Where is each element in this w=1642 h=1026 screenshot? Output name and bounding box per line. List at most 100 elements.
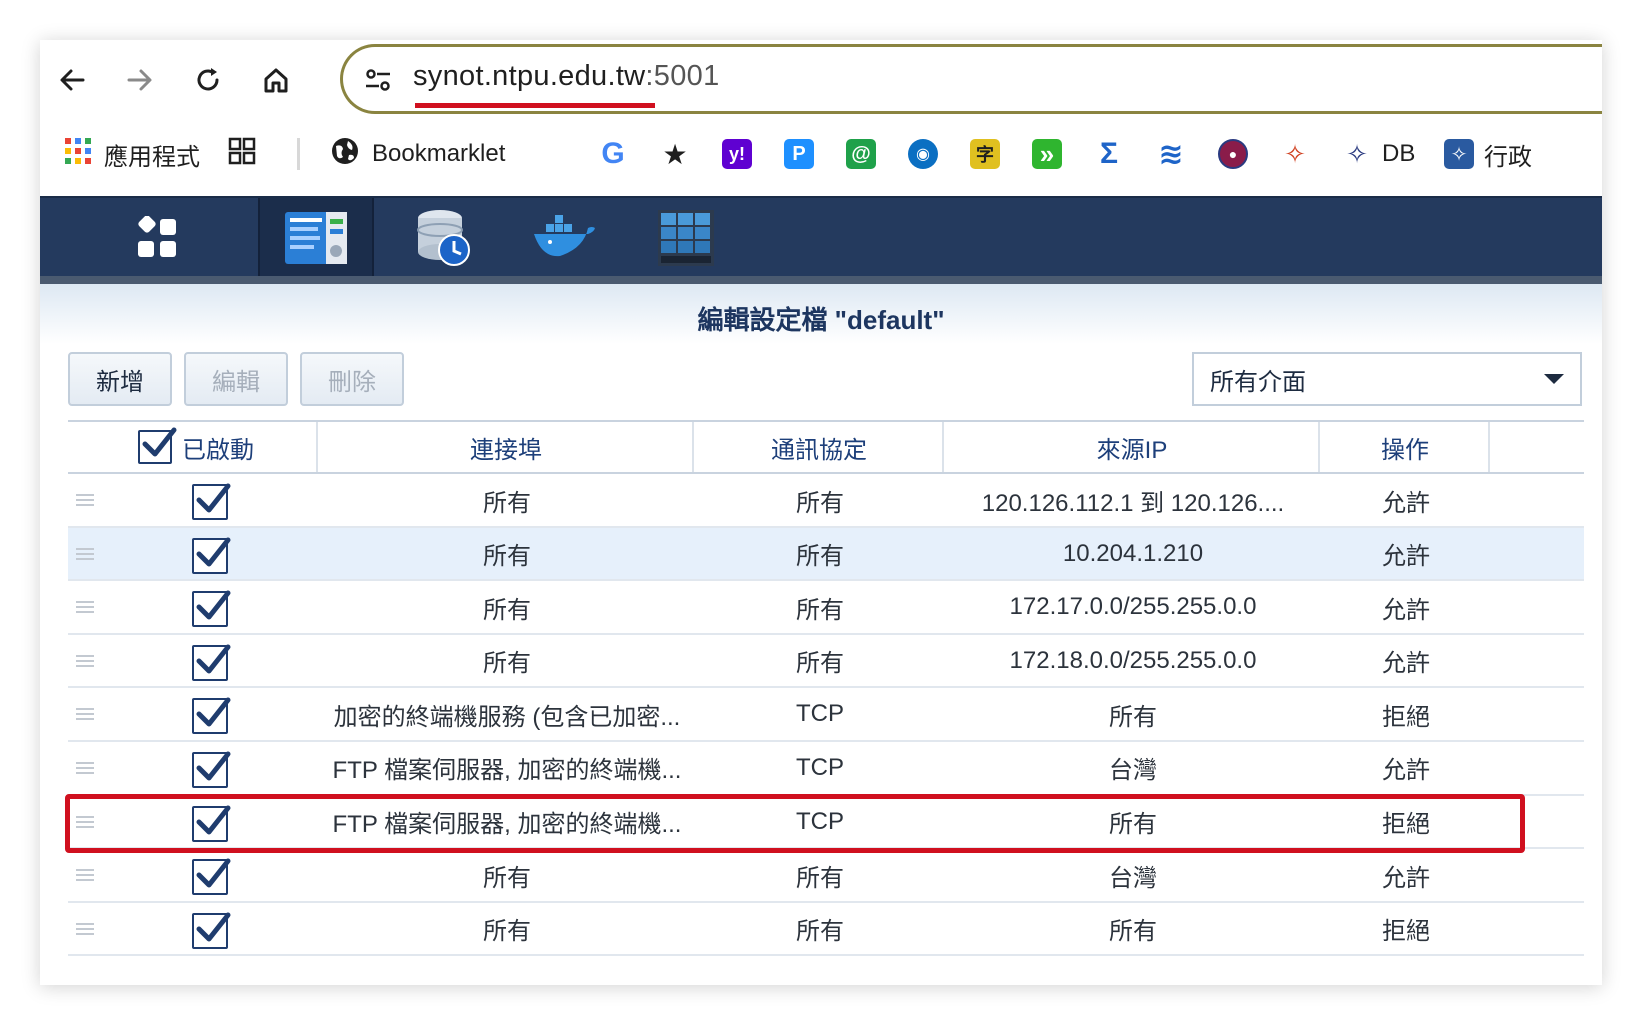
sigma-icon: Σ <box>1099 137 1118 170</box>
bookmark-tab-groups[interactable] <box>228 134 256 174</box>
bookmark-ntpu-db[interactable]: ✧ DB <box>1342 134 1415 174</box>
table-row[interactable]: 所有 所有 172.17.0.0/255.255.0.0 允許 <box>68 581 1584 635</box>
cell-action: 允許 <box>1382 650 1430 678</box>
table-row[interactable]: FTP 檔案伺服器, 加密的終端機... TCP 所有 拒絕 <box>68 795 1584 850</box>
star-icon: ★ <box>662 138 688 170</box>
bookmark-ntpu-admin[interactable]: ✧ 行政 <box>1444 134 1532 174</box>
bookmark-google[interactable]: G <box>598 134 638 174</box>
table-body: 所有 所有 120.126.112.1 到 120.126.... 允許 所有 所有 10.… <box>68 474 1584 957</box>
storage-manager-taskbar-icon[interactable] <box>628 198 744 278</box>
enabled-checkbox[interactable] <box>192 697 231 735</box>
check-icon <box>196 912 231 942</box>
backup-icon <box>417 210 470 266</box>
interface-select[interactable]: 所有介面 <box>1192 352 1582 406</box>
cell-source-ip: 10.204.1.210 <box>1062 539 1204 567</box>
cell-source-ip: 所有 <box>1109 811 1157 839</box>
drag-handle-icon[interactable] <box>76 869 94 882</box>
enabled-checkbox[interactable] <box>192 537 231 574</box>
firewall-rules-table: 已啟動 連接埠 通訊協定 來源IP 操作 所有 所有 120.126.112.1 到… <box>68 420 1584 957</box>
ntpu-admin-icon: ✧ <box>1444 139 1474 169</box>
hyper-backup-taskbar-icon[interactable] <box>386 198 502 278</box>
edit-profile-window: 編輯設定檔 "default" 新增 編輯 刪除 所有介面 已啟動 連接埠 通訊… <box>40 284 1602 985</box>
bookmark-label: DB <box>1382 140 1416 167</box>
enabled-checkbox[interactable] <box>192 644 231 681</box>
bookmark-dictionary[interactable]: 字 <box>970 134 1010 174</box>
forward-icon[interactable] <box>118 58 162 102</box>
cell-port: 所有 <box>483 596 531 624</box>
enabled-checkbox[interactable] <box>192 590 231 628</box>
cell-port: 加密的終端機服務 (包含已加密... <box>333 703 681 731</box>
bookmark-green[interactable]: @ <box>846 134 886 174</box>
table-row[interactable]: 所有 所有 所有 拒絕 <box>68 902 1584 957</box>
table-row[interactable]: FTP 檔案伺服器, 加密的終端機... TCP 台灣 允許 <box>68 741 1584 796</box>
bookmark-bookmarklet[interactable]: Bookmarklet <box>330 134 505 174</box>
yahoo-icon: y! <box>722 139 752 169</box>
enabled-checkbox[interactable] <box>192 751 231 788</box>
bookmark-seal[interactable]: ● <box>1218 134 1258 174</box>
apps-grid-icon <box>64 137 92 172</box>
header-enabled-label: 已啟動 <box>182 436 254 464</box>
delete-button[interactable]: 刪除 <box>300 352 404 406</box>
bookmark-sigma[interactable]: Σ <box>1094 134 1134 174</box>
header-enabled[interactable]: 已啟動 <box>68 422 318 472</box>
reload-icon[interactable] <box>186 58 230 102</box>
header-spacer <box>1492 422 1584 472</box>
check-icon <box>196 537 231 567</box>
drag-handle-icon[interactable] <box>76 601 94 614</box>
address-bar[interactable]: synot.ntpu.edu.tw:5001 <box>340 44 1602 114</box>
drag-handle-icon[interactable] <box>76 761 94 774</box>
cell-port: 所有 <box>483 864 531 892</box>
bookmark-apps[interactable]: 應用程式 <box>64 134 200 174</box>
bookmark-ntpu[interactable]: ✧ <box>1280 134 1320 174</box>
bookmark-star[interactable]: ★ <box>660 134 700 174</box>
header-protocol[interactable]: 通訊協定 <box>696 422 944 472</box>
table-row[interactable]: 加密的終端機服務 (包含已加密... TCP 所有 拒絕 <box>68 688 1584 742</box>
bookmark-yahoo[interactable]: y! <box>722 134 762 174</box>
cell-source-ip: 台灣 <box>1109 757 1157 785</box>
cell-action: 拒絕 <box>1382 703 1430 731</box>
table-row[interactable]: 所有 所有 120.126.112.1 到 120.126.... 允許 <box>68 474 1584 528</box>
table-row[interactable]: 所有 所有 台灣 允許 <box>68 849 1584 903</box>
table-row[interactable]: 所有 所有 172.18.0.0/255.255.0.0 允許 <box>68 634 1584 689</box>
cell-protocol: 所有 <box>796 489 844 517</box>
cell-protocol: 所有 <box>796 596 844 624</box>
bookmark-p[interactable]: P <box>784 134 824 174</box>
home-icon[interactable] <box>254 58 298 102</box>
header-action[interactable]: 操作 <box>1322 422 1490 472</box>
enabled-checkbox[interactable] <box>192 912 231 949</box>
bookmark-forward[interactable]: » <box>1032 134 1072 174</box>
add-button[interactable]: 新增 <box>68 352 172 406</box>
drag-handle-icon[interactable] <box>76 494 94 506</box>
seal-icon: ● <box>1218 139 1248 169</box>
drag-handle-icon[interactable] <box>76 815 94 828</box>
ntpu-logo-icon: ✧ <box>1284 138 1306 169</box>
url-host: synot.ntpu.edu.tw <box>413 60 646 92</box>
enabled-checkbox[interactable] <box>192 805 231 842</box>
url-text: synot.ntpu.edu.tw:5001 <box>413 60 720 93</box>
cell-port: FTP 檔案伺服器, 加密的終端機... <box>332 757 682 785</box>
edit-button[interactable]: 編輯 <box>184 352 288 406</box>
drag-handle-icon[interactable] <box>76 708 94 721</box>
url-port: :5001 <box>645 60 720 92</box>
cell-source-ip: 172.18.0.0/255.255.0.0 <box>1009 646 1257 674</box>
bookmark-stack[interactable]: ≋ <box>1156 134 1196 174</box>
bookmark-eye[interactable]: ◉ <box>908 134 948 174</box>
url-underline-annotation <box>415 103 655 108</box>
back-icon[interactable] <box>50 58 94 102</box>
drag-handle-icon[interactable] <box>76 922 94 935</box>
site-settings-icon[interactable] <box>363 65 393 95</box>
header-port[interactable]: 連接埠 <box>320 422 694 472</box>
main-menu-button[interactable] <box>68 198 246 278</box>
docker-taskbar-icon[interactable] <box>506 198 622 278</box>
double-chevron-icon: » <box>1032 139 1062 169</box>
drag-handle-icon[interactable] <box>76 547 94 560</box>
p-icon: P <box>784 139 814 169</box>
enabled-checkbox[interactable] <box>192 483 231 520</box>
table-row[interactable]: 所有 所有 10.204.1.210 允許 <box>68 527 1584 582</box>
dictionary-icon: 字 <box>970 139 1000 169</box>
header-source-ip[interactable]: 來源IP <box>946 422 1320 472</box>
enabled-checkbox[interactable] <box>192 858 231 896</box>
drag-handle-icon[interactable] <box>76 654 94 667</box>
select-all-checkbox[interactable] <box>138 427 177 464</box>
control-panel-taskbar-icon[interactable] <box>258 198 374 278</box>
